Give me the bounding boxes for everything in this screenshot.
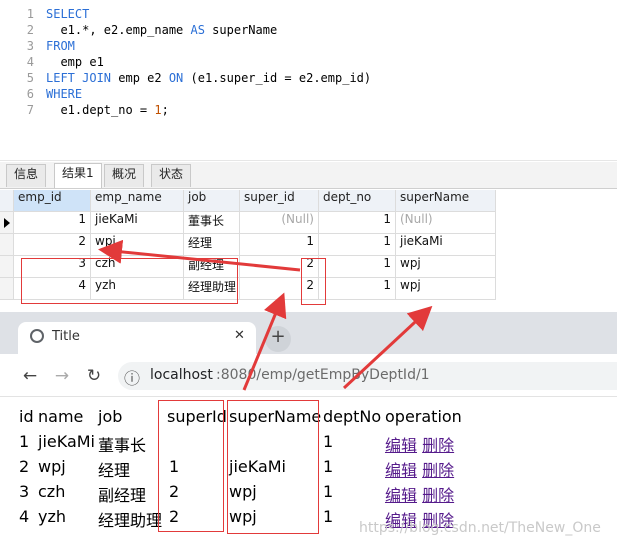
arrow-to-supername	[342, 305, 433, 390]
arrow-to-parent-row	[98, 239, 301, 272]
annotation-arrows	[98, 239, 433, 391]
arrow-to-superid	[242, 292, 287, 391]
